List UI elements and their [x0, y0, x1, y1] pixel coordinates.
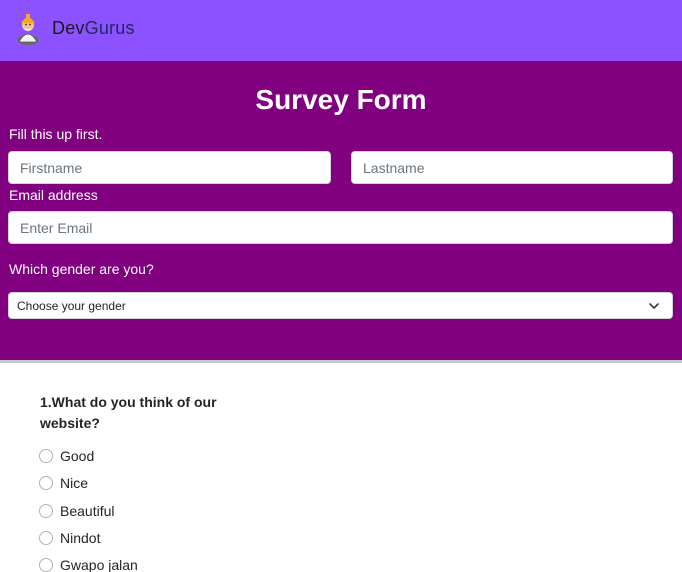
chevron-down-icon	[649, 303, 659, 309]
email-label: Email address	[9, 187, 98, 203]
brand-part-dev: Dev	[52, 18, 85, 38]
option-label: Good	[60, 448, 95, 464]
option-good[interactable]: Good	[39, 447, 94, 465]
question-1: 1.What do you think of our website?	[40, 394, 217, 431]
brand-name[interactable]: DevGurus	[52, 17, 135, 39]
option-label: Beautiful	[60, 503, 115, 519]
option-label: Gwapo jalan	[60, 557, 138, 572]
option-beautiful[interactable]: Beautiful	[39, 502, 114, 520]
radio-button[interactable]	[39, 531, 53, 545]
option-label: Nindot	[60, 530, 101, 546]
radio-button[interactable]	[39, 558, 53, 572]
page-title: Survey Form	[255, 84, 427, 115]
guru-mascot-icon[interactable]	[15, 12, 41, 46]
gender-label: Which gender are you?	[9, 261, 154, 277]
intro-label: Fill this up first.	[9, 126, 103, 142]
firstname-input[interactable]: Firstname	[8, 151, 331, 184]
gender-select[interactable]: Choose your gender	[8, 292, 673, 319]
option-label: Nice	[60, 475, 89, 491]
email-input[interactable]: Enter Email	[8, 211, 673, 244]
firstname-placeholder: Firstname	[20, 159, 83, 176]
email-placeholder: Enter Email	[20, 219, 93, 236]
gender-selected-value: Choose your gender	[17, 298, 126, 313]
lastname-placeholder: Lastname	[363, 159, 425, 176]
section-divider	[0, 360, 682, 363]
radio-button[interactable]	[39, 504, 53, 518]
lastname-input[interactable]: Lastname	[351, 151, 673, 184]
radio-button[interactable]	[39, 476, 53, 490]
navbar: DevGurus	[0, 0, 682, 61]
radio-button[interactable]	[39, 449, 53, 463]
option-nice[interactable]: Nice	[39, 474, 88, 492]
brand-part-gurus: Gurus	[84, 18, 135, 38]
option-nindot[interactable]: Nindot	[39, 529, 100, 547]
option-gwapo-jalan[interactable]: Gwapo jalan	[39, 556, 138, 572]
